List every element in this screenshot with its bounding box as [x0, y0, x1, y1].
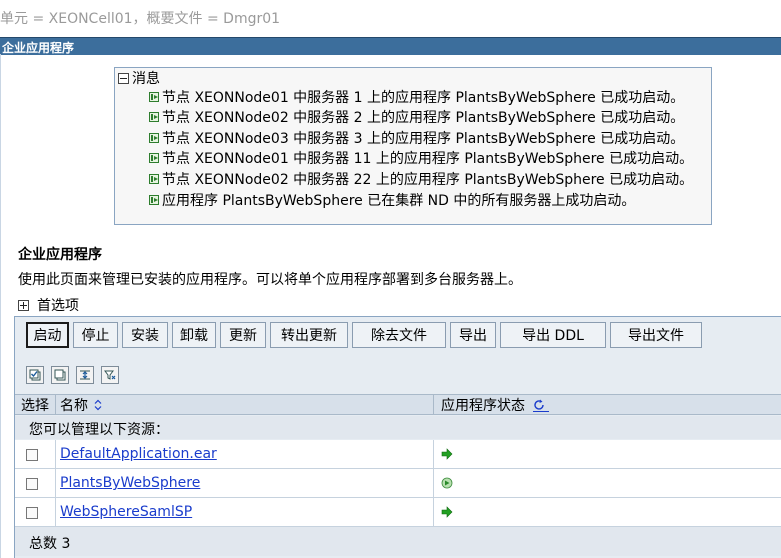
column-divider: [433, 498, 434, 527]
row-select-checkbox[interactable]: [26, 507, 38, 519]
clear-filter-icon[interactable]: [101, 366, 119, 384]
rollout-update-button[interactable]: 转出更新: [270, 322, 348, 348]
sort-icon[interactable]: [94, 399, 102, 411]
update-button[interactable]: 更新: [220, 322, 266, 348]
preferences-toggle[interactable]: 首选项: [18, 295, 79, 315]
info-message-icon: [149, 92, 159, 102]
collection-panel: 启动 停止 安装 卸载 更新 转出更新 除去文件 导出 导出 DDL 导出文件 …: [14, 316, 781, 558]
status-header-label: 应用程序状态: [441, 398, 525, 414]
name-column-header[interactable]: 名称: [60, 395, 102, 415]
portlet-title: 企业应用程序: [2, 41, 75, 55]
section-title: 企业应用程序: [18, 247, 102, 263]
total-count: 总数 3: [29, 536, 71, 552]
column-divider: [433, 469, 434, 498]
message-item: 节点 XEONNode01 中服务器 11 上的应用程序 PlantsByWeb…: [149, 149, 693, 167]
content-border: [0, 54, 1, 558]
stop-button[interactable]: 停止: [73, 322, 118, 348]
table-row: WebSphereSamlSP: [15, 498, 781, 527]
column-divider: [55, 440, 56, 469]
application-link[interactable]: WebSphereSamlSP: [60, 504, 192, 520]
button-toolbar: 启动 停止 安装 卸载 更新 转出更新 除去文件 导出 导出 DDL 导出文件: [26, 322, 706, 348]
message-item: 节点 XEONNode01 中服务器 1 上的应用程序 PlantsByWebS…: [149, 88, 684, 106]
export-file-button[interactable]: 导出文件: [610, 322, 702, 348]
export-button[interactable]: 导出: [450, 322, 496, 348]
messages-box: 消息 节点 XEONNode01 中服务器 1 上的应用程序 PlantsByW…: [114, 67, 712, 225]
scope-bar: 单元 = XEONCell01，概要文件 = Dmgr01: [0, 0, 781, 34]
status-column-header: 应用程序状态: [441, 395, 549, 415]
column-divider: [55, 469, 56, 498]
table-caption-row: 您可以管理以下资源：: [15, 416, 781, 439]
application-link[interactable]: PlantsByWebSphere: [60, 475, 200, 491]
column-divider: [55, 395, 56, 415]
message-item: 应用程序 PlantsByWebSphere 已在集群 ND 中的所有服务器上成…: [149, 191, 635, 209]
message-item: 节点 XEONNode03 中服务器 3 上的应用程序 PlantsByWebS…: [149, 129, 684, 147]
message-item: 节点 XEONNode02 中服务器 2 上的应用程序 PlantsByWebS…: [149, 108, 684, 126]
message-item: 节点 XEONNode02 中服务器 22 上的应用程序 PlantsByWeb…: [149, 170, 693, 188]
table-row: PlantsByWebSphere: [15, 469, 781, 498]
info-message-icon: [149, 153, 159, 163]
started-status-icon: [441, 448, 453, 460]
install-button[interactable]: 安装: [122, 322, 168, 348]
portlet-title-bar: 企业应用程序: [0, 37, 781, 55]
scope-text: 单元 = XEONCell01，概要文件 = Dmgr01: [0, 11, 281, 27]
collapse-icon[interactable]: [118, 72, 129, 84]
select-column-header: 选择: [21, 398, 49, 414]
messages-label: 消息: [132, 71, 160, 87]
preferences-label: 首选项: [37, 298, 79, 314]
info-message-icon: [149, 174, 159, 184]
select-all-icon[interactable]: [26, 366, 44, 384]
section-description: 使用此页面来管理已安装的应用程序。可以将单个应用程序部署到多台服务器上。: [18, 272, 522, 288]
application-link[interactable]: DefaultApplication.ear: [60, 446, 217, 462]
expand-icon[interactable]: [18, 299, 29, 311]
row-select-checkbox[interactable]: [26, 478, 38, 490]
start-button[interactable]: 启动: [26, 322, 69, 348]
refresh-status-icon[interactable]: [533, 399, 549, 412]
uninstall-button[interactable]: 卸载: [172, 322, 216, 348]
export-ddl-button[interactable]: 导出 DDL: [500, 322, 606, 348]
table-row: DefaultApplication.ear: [15, 440, 781, 469]
table-caption: 您可以管理以下资源：: [29, 422, 169, 438]
table-footer: 总数 3: [15, 527, 781, 556]
partial-start-status-icon: [441, 477, 453, 489]
column-divider: [433, 395, 434, 415]
info-message-icon: [149, 195, 159, 205]
table-header: 选择 名称 应用程序状态: [15, 394, 781, 415]
name-header-label: 名称: [60, 398, 88, 414]
column-divider: [55, 498, 56, 527]
row-select-checkbox[interactable]: [26, 449, 38, 461]
column-divider: [433, 440, 434, 469]
table-icon-toolbar: [26, 366, 126, 384]
messages-header[interactable]: 消息: [118, 69, 160, 87]
deselect-all-icon[interactable]: [51, 366, 69, 384]
info-message-icon: [149, 133, 159, 143]
remove-file-button[interactable]: 除去文件: [352, 322, 446, 348]
started-status-icon: [441, 506, 453, 518]
show-filter-icon[interactable]: [76, 366, 94, 384]
info-message-icon: [149, 112, 159, 122]
